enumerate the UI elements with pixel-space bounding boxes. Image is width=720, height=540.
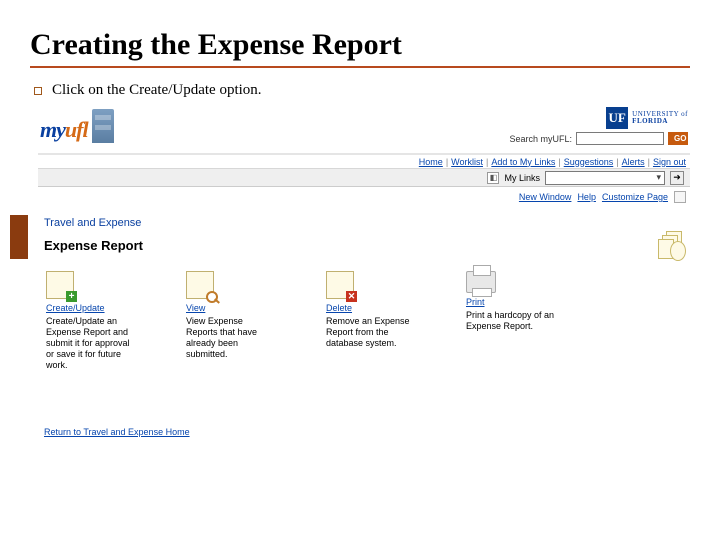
nav-home[interactable]: Home — [419, 157, 443, 167]
nav-add-to-my-links[interactable]: Add to My Links — [491, 157, 555, 167]
nav-suggestions[interactable]: Suggestions — [564, 157, 614, 167]
logo-text: myufl — [40, 117, 88, 143]
utility-row: New Window Help Customize Page — [38, 187, 690, 207]
slide-accent-stripe — [10, 215, 28, 259]
document-stack-icon — [658, 231, 684, 259]
nav-worklist[interactable]: Worklist — [451, 157, 483, 167]
logo-my: my — [40, 117, 65, 142]
print-desc: Print a hardcopy of an Expense Report. — [466, 310, 556, 332]
breadcrumb-marker-icon: ◧ — [487, 172, 499, 184]
square-bullet-icon — [34, 87, 42, 95]
action-view: View View Expense Reports that have alre… — [186, 271, 276, 371]
century-tower-icon — [92, 109, 114, 143]
action-print: Print Print a hardcopy of an Expense Rep… — [466, 271, 556, 371]
content-section: Travel and Expense Expense Report + Crea… — [38, 207, 690, 381]
breadcrumb-bar: ◧ My Links ➜ — [38, 169, 690, 187]
mylinks-dropdown[interactable] — [545, 171, 665, 185]
myufl-logo: myufl — [38, 105, 114, 143]
view-link[interactable]: View — [186, 303, 205, 314]
create-update-icon: + — [46, 271, 74, 299]
delete-desc: Remove an Expense Report from the databa… — [326, 316, 416, 349]
http-icon[interactable] — [674, 191, 686, 203]
print-icon — [466, 271, 496, 293]
mylinks-label: My Links — [504, 173, 540, 183]
create-update-link[interactable]: Create/Update — [46, 303, 105, 314]
top-nav: Home| Worklist| Add to My Links| Suggest… — [38, 153, 690, 169]
util-customize-page[interactable]: Customize Page — [602, 192, 668, 202]
uf-mark-icon: UF — [606, 107, 628, 129]
uf-logo: UF UNIVERSITY of FLORIDA — [509, 107, 688, 129]
uf-line2: FLORIDA — [632, 117, 668, 125]
uf-wordmark: UNIVERSITY of FLORIDA — [632, 111, 688, 125]
section-title-row: Expense Report — [44, 231, 684, 259]
search-input[interactable] — [576, 132, 664, 145]
view-desc: View Expense Reports that have already b… — [186, 316, 276, 360]
print-link[interactable]: Print — [466, 297, 485, 308]
action-create-update: + Create/Update Create/Update an Expense… — [46, 271, 136, 371]
title-rule — [30, 66, 690, 68]
mylinks-go-button[interactable]: ➜ — [670, 171, 684, 185]
section-breadcrumb: Travel and Expense — [44, 217, 684, 229]
delete-icon: ✕ — [326, 271, 354, 299]
action-grid: + Create/Update Create/Update an Expense… — [44, 265, 684, 381]
logo-ufl: ufl — [65, 117, 88, 142]
app-header: myufl UF UNIVERSITY of FLORIDA Search my… — [38, 105, 690, 153]
nav-sign-out[interactable]: Sign out — [653, 157, 686, 167]
app-screenshot: myufl UF UNIVERSITY of FLORIDA Search my… — [38, 105, 690, 445]
action-delete: ✕ Delete Remove an Expense Report from t… — [326, 271, 416, 371]
util-help[interactable]: Help — [577, 192, 596, 202]
create-update-desc: Create/Update an Expense Report and subm… — [46, 316, 136, 371]
bullet-text: Click on the Create/Update option. — [52, 82, 262, 99]
delete-link[interactable]: Delete — [326, 303, 352, 314]
return-link[interactable]: Return to Travel and Expense Home — [44, 427, 190, 437]
slide-title: Creating the Expense Report — [30, 28, 690, 62]
header-right: UF UNIVERSITY of FLORIDA Search myUFL: G… — [509, 105, 690, 145]
nav-alerts[interactable]: Alerts — [622, 157, 645, 167]
section-title: Expense Report — [44, 238, 143, 253]
bullet-row: Click on the Create/Update option. — [34, 82, 690, 99]
search-row: Search myUFL: GO — [509, 132, 688, 145]
search-label: Search myUFL: — [509, 134, 572, 144]
search-go-button[interactable]: GO — [668, 132, 688, 145]
util-new-window[interactable]: New Window — [519, 192, 572, 202]
view-icon — [186, 271, 214, 299]
